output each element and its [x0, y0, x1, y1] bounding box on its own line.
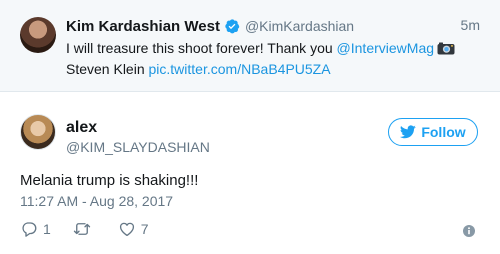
twitter-bird-icon — [400, 125, 417, 139]
camera-emoji-icon — [437, 42, 455, 55]
author-avatar[interactable] — [20, 114, 56, 150]
reply-button[interactable]: 1 — [20, 220, 51, 238]
author-info[interactable]: alex @KIM_SLAYDASHIAN — [66, 118, 210, 157]
parent-tweet-text: I will treasure this shoot forever! Than… — [66, 38, 476, 80]
parent-author-handle[interactable]: @KimKardashian — [245, 18, 354, 34]
parent-tweet[interactable]: Kim Kardashian West @KimKardashian 5m I … — [0, 0, 500, 92]
info-icon[interactable] — [463, 225, 475, 237]
author-name[interactable]: alex — [66, 118, 210, 137]
author-handle[interactable]: @KIM_SLAYDASHIAN — [66, 138, 210, 157]
follow-button[interactable]: Follow — [388, 118, 478, 146]
retweet-icon — [73, 223, 90, 235]
heart-icon — [119, 222, 134, 237]
follow-label: Follow — [421, 124, 466, 140]
parent-tweet-header: Kim Kardashian West @KimKardashian 5m — [66, 16, 480, 36]
parent-text-part2: Steven Klein — [66, 61, 149, 77]
mention-link[interactable]: @InterviewMag — [337, 40, 434, 56]
retweet-button[interactable] — [73, 220, 96, 238]
like-button[interactable]: 7 — [118, 220, 149, 238]
like-count: 7 — [140, 221, 149, 237]
pic-link[interactable]: pic.twitter.com/NBaB4PU5ZA — [149, 61, 331, 77]
parent-tweet-time[interactable]: 5m — [461, 17, 480, 33]
reply-count: 1 — [43, 221, 51, 237]
parent-author-name[interactable]: Kim Kardashian West — [66, 18, 220, 35]
tweet-actions: 1 7 — [20, 219, 171, 239]
parent-author-avatar[interactable] — [20, 17, 56, 53]
verified-badge-icon — [225, 19, 240, 34]
reply-icon — [22, 222, 37, 237]
tweet-text: Melania trump is shaking!!! — [20, 172, 199, 189]
parent-text-part1: I will treasure this shoot forever! Than… — [66, 40, 337, 56]
tweet-timestamp[interactable]: 11:27 AM - Aug 28, 2017 — [20, 192, 173, 210]
